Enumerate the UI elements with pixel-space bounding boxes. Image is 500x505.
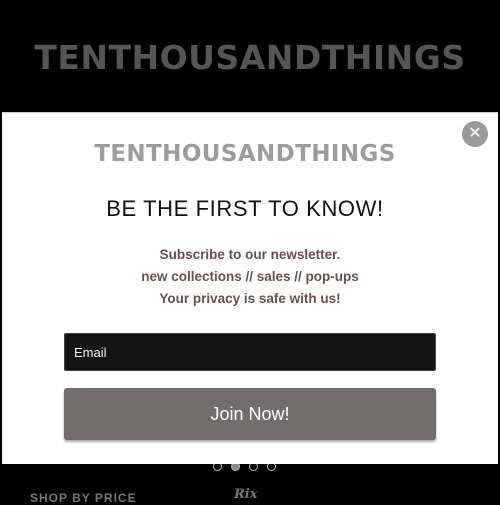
site-logo[interactable]: TENTHOUSANDTHINGS xyxy=(34,38,465,77)
site-header: TENTHOUSANDTHINGS xyxy=(0,0,500,112)
modal-headline: BE THE FIRST TO KNOW! xyxy=(106,196,384,221)
footer-link-shop-by-price[interactable]: SHOP BY PRICE xyxy=(30,491,137,505)
modal-logo: TENTHOUSANDTHINGS xyxy=(94,141,396,167)
description-line: new collections // sales // pop-ups xyxy=(141,269,359,284)
email-field[interactable] xyxy=(64,333,436,371)
join-now-button[interactable]: Join Now! xyxy=(64,388,436,440)
description-line: Your privacy is safe with us! xyxy=(159,291,341,306)
modal-description: Subscribe to our newsletter. new collect… xyxy=(0,244,500,310)
description-line: Subscribe to our newsletter. xyxy=(159,247,341,262)
